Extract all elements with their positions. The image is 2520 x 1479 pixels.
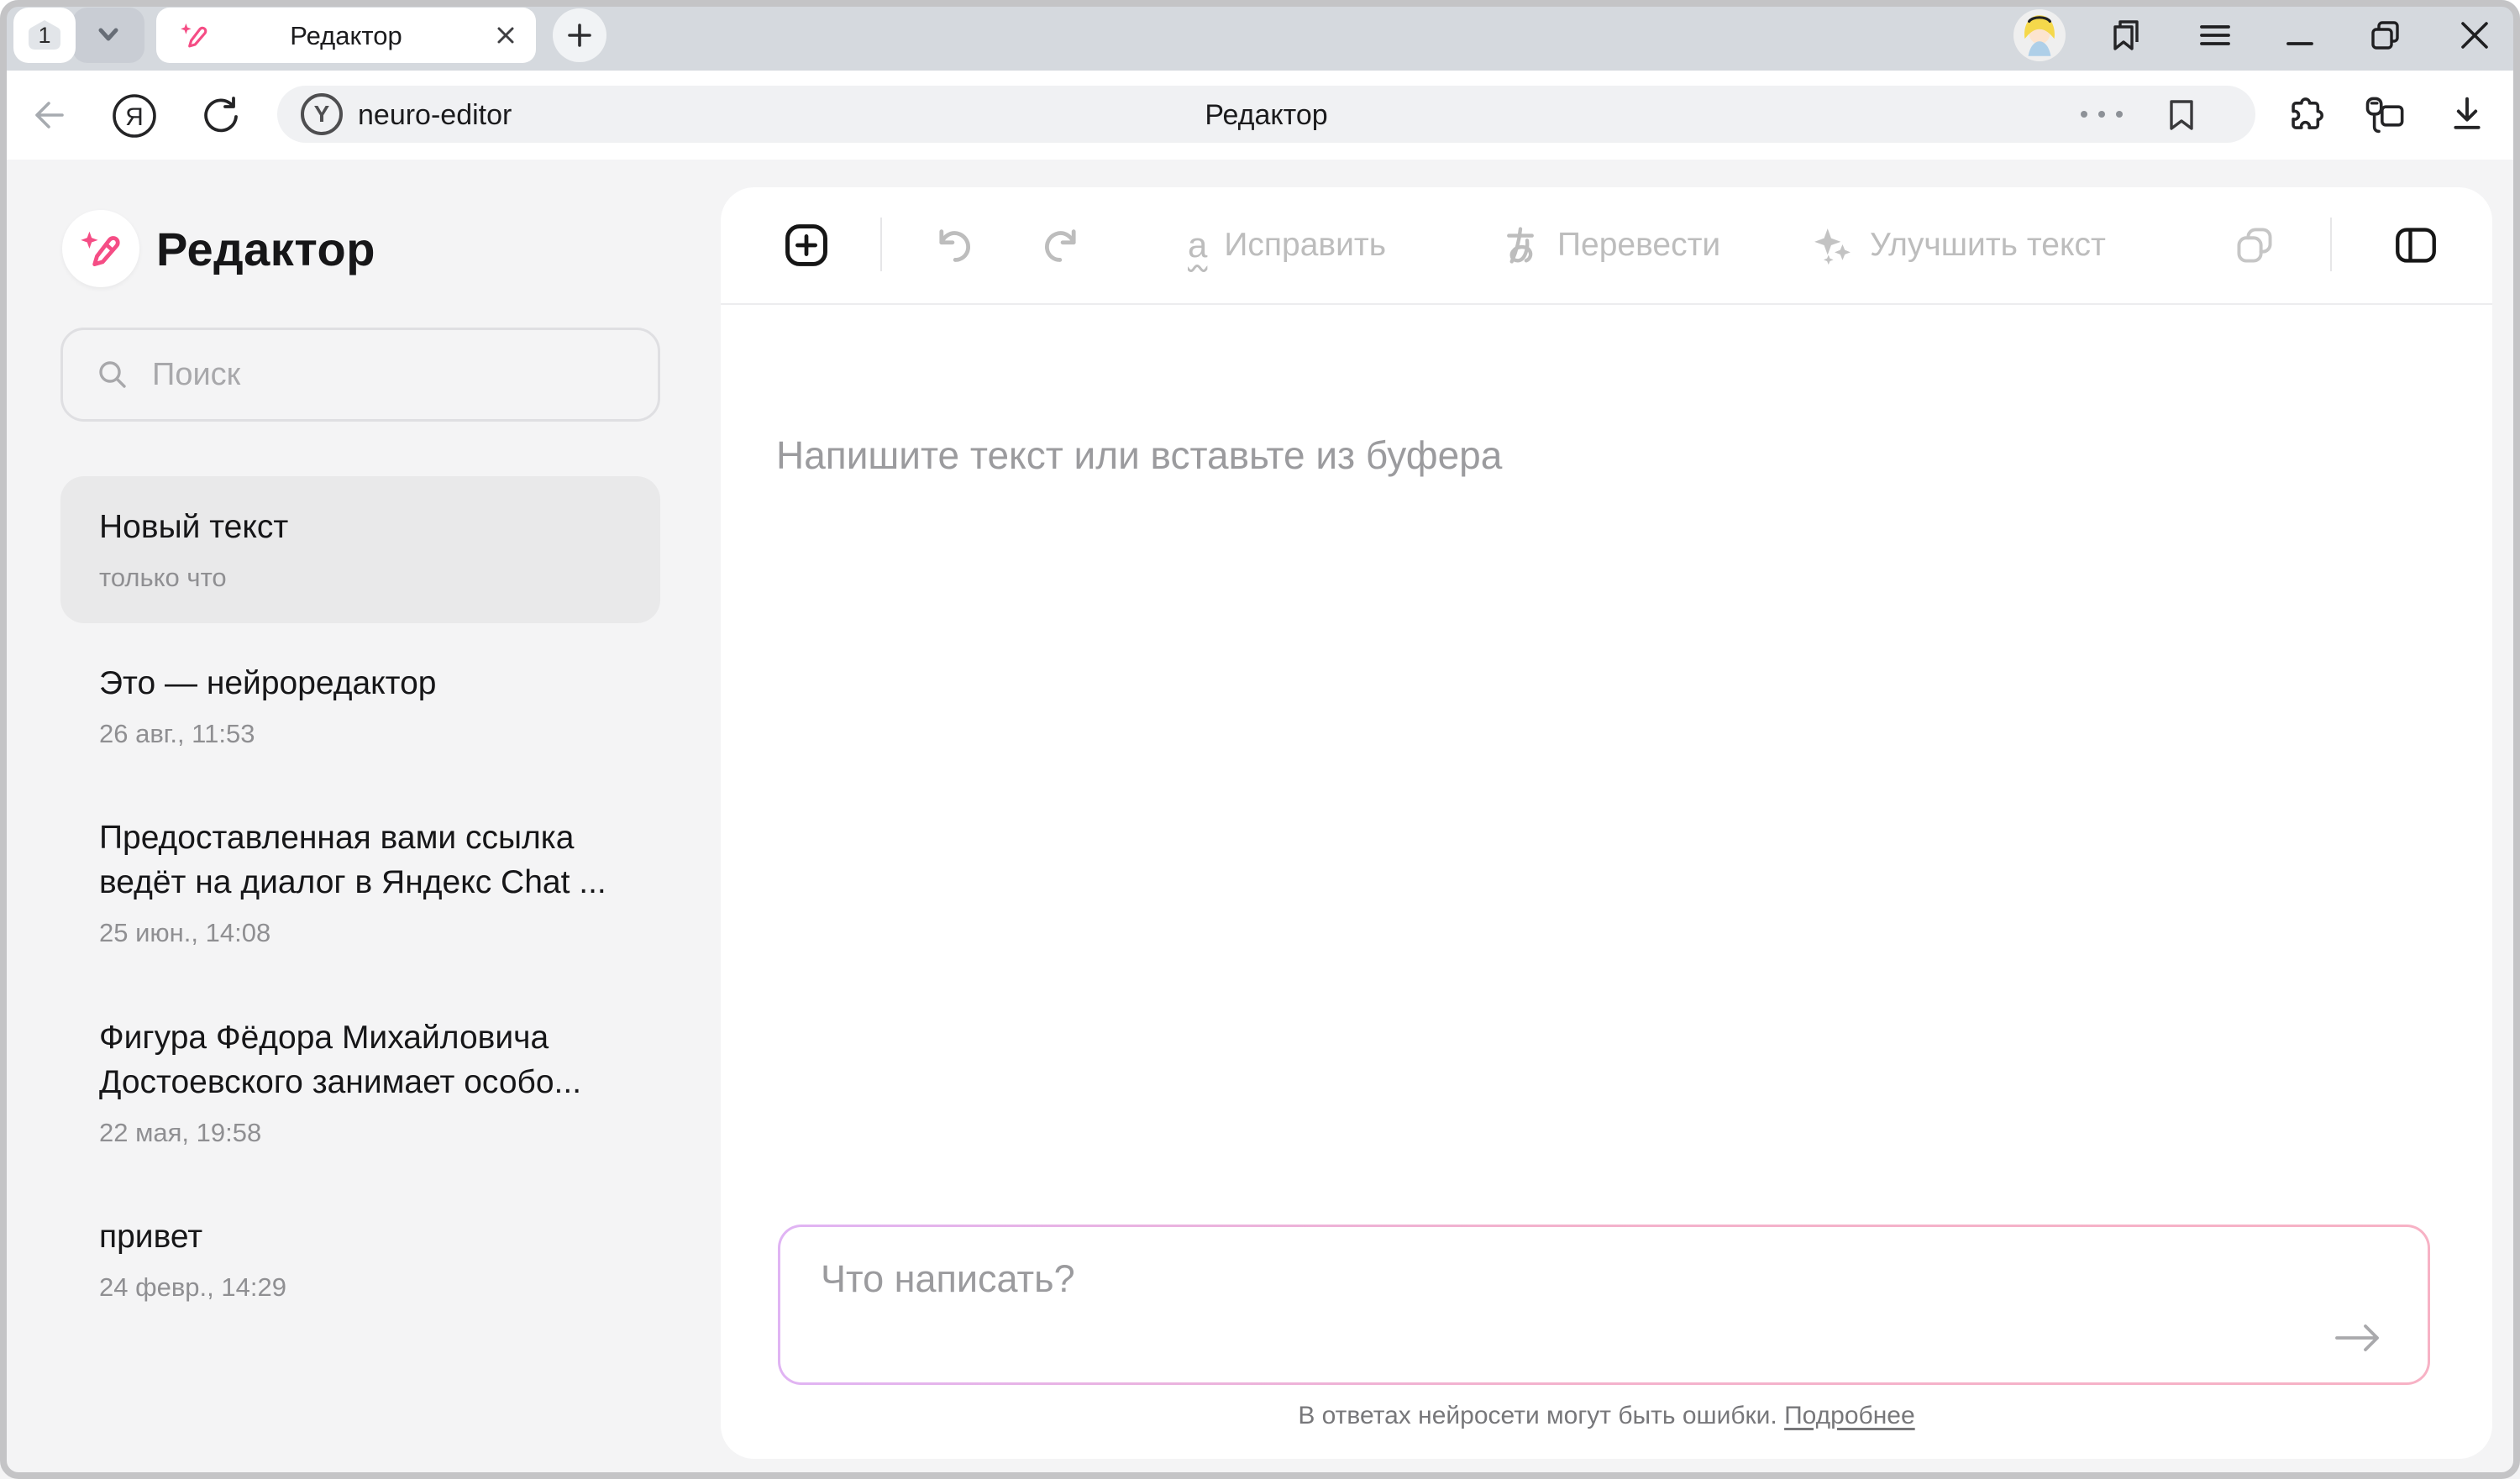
minimize-button[interactable] bbox=[2285, 0, 2315, 71]
downloads-button[interactable] bbox=[2446, 94, 2488, 136]
copy-button[interactable] bbox=[2234, 225, 2275, 265]
send-arrow-icon[interactable] bbox=[2332, 1322, 2384, 1354]
app-title: Редактор bbox=[156, 222, 375, 276]
prompt-box[interactable] bbox=[778, 1225, 2430, 1385]
new-document-icon bbox=[785, 223, 828, 267]
extensions-button[interactable] bbox=[2281, 94, 2325, 138]
bookmarks-icon bbox=[2107, 17, 2144, 54]
browser-menu-button[interactable] bbox=[2197, 0, 2234, 71]
document-title: Новый текст bbox=[99, 505, 620, 549]
tab-group-counter[interactable]: 1 bbox=[13, 8, 76, 63]
ai-disclaimer: В ответах нейросети могут быть ошибки. П… bbox=[721, 1402, 2492, 1430]
restore-button[interactable] bbox=[2368, 0, 2405, 71]
tab-close-icon[interactable] bbox=[494, 24, 517, 47]
toolbar-divider bbox=[880, 218, 882, 271]
tab-strip: 1 Редактор bbox=[0, 0, 2520, 71]
document-list-item[interactable]: привет 24 февр., 14:29 bbox=[60, 1214, 660, 1306]
editor-card: а Исправить Перевести bbox=[721, 187, 2492, 1459]
tab-group-dropdown[interactable] bbox=[72, 8, 144, 63]
editor-placeholder: Напишите текст или вставьте из буфера bbox=[776, 433, 1502, 478]
document-list-item[interactable]: Предоставленная вами ссылка ведёт на диа… bbox=[60, 816, 660, 952]
document-list-item-selected[interactable]: Новый текст только что bbox=[60, 476, 660, 623]
improve-text-button[interactable]: Улучшить текст bbox=[1813, 225, 2106, 265]
translate-icon bbox=[1500, 225, 1541, 265]
side-panel-icon bbox=[2395, 227, 2437, 264]
yandex-icon: Я bbox=[111, 92, 158, 139]
document-list-item[interactable]: Фигура Фёдора Михайловича Достоевского з… bbox=[60, 1015, 660, 1151]
reload-icon bbox=[200, 94, 242, 136]
disclaimer-text: В ответах нейросети могут быть ошибки. bbox=[1298, 1402, 1777, 1429]
magic-pencil-icon bbox=[79, 227, 123, 270]
reload-button[interactable] bbox=[200, 94, 242, 136]
search-input[interactable] bbox=[150, 356, 658, 394]
redo-button[interactable] bbox=[1042, 225, 1082, 265]
document-title: Предоставленная вами ссылка ведёт на диа… bbox=[99, 816, 620, 905]
page-content: Редактор Новый текст только что Это — не… bbox=[0, 160, 2520, 1479]
document-title: Это — нейроредактор bbox=[99, 661, 620, 705]
close-window-button[interactable] bbox=[2456, 0, 2493, 71]
translate-label: Перевести bbox=[1557, 227, 1720, 264]
passwords-key-icon bbox=[2362, 94, 2406, 138]
improve-label: Улучшить текст bbox=[1870, 227, 2106, 264]
more-dots-icon[interactable] bbox=[2081, 111, 2123, 118]
side-panel-toggle[interactable] bbox=[2395, 227, 2437, 264]
new-tab-button[interactable] bbox=[553, 8, 606, 62]
document-meta: только что bbox=[99, 559, 622, 596]
browser-toolbar: Я Y neuro-editor Редактор bbox=[0, 71, 2520, 161]
document-title: привет bbox=[99, 1214, 620, 1259]
document-meta: 24 февр., 14:29 bbox=[99, 1269, 622, 1306]
minimize-icon bbox=[2285, 17, 2315, 54]
tab-title: Редактор bbox=[156, 21, 536, 51]
search-icon bbox=[95, 357, 130, 392]
close-icon bbox=[2456, 17, 2493, 54]
back-icon bbox=[29, 96, 67, 134]
redo-icon bbox=[1042, 225, 1082, 265]
bookmark-icon[interactable] bbox=[2166, 97, 2197, 134]
avatar bbox=[2013, 9, 2066, 61]
tab-count: 1 bbox=[25, 23, 64, 49]
yandex-home-button[interactable]: Я bbox=[111, 92, 158, 139]
menu-icon bbox=[2197, 17, 2234, 54]
extensions-puzzle-icon bbox=[2281, 94, 2325, 138]
search-box[interactable] bbox=[60, 328, 660, 422]
prompt-input[interactable] bbox=[819, 1256, 2292, 1360]
page-title: Редактор bbox=[277, 99, 2255, 132]
svg-text:Я: Я bbox=[125, 103, 144, 131]
undo-button[interactable] bbox=[933, 225, 974, 265]
document-meta: 26 авг., 11:53 bbox=[99, 716, 622, 753]
passwords-button[interactable] bbox=[2362, 94, 2406, 138]
active-tab[interactable]: Редактор bbox=[156, 8, 536, 63]
plus-icon bbox=[567, 23, 592, 48]
toolbar-divider bbox=[2330, 218, 2332, 271]
address-bar[interactable]: Y neuro-editor Редактор bbox=[277, 86, 2255, 143]
document-meta: 22 мая, 19:58 bbox=[99, 1114, 622, 1151]
app-logo bbox=[62, 210, 139, 287]
undo-icon bbox=[933, 225, 974, 265]
bookmarks-button[interactable] bbox=[2107, 0, 2144, 71]
browser-window: 1 Редактор bbox=[0, 0, 2520, 1479]
spellcheck-icon: а bbox=[1188, 228, 1207, 263]
document-list-item[interactable]: Это — нейроредактор 26 авг., 11:53 bbox=[60, 661, 660, 753]
sparkles-icon bbox=[1813, 225, 1853, 265]
back-button[interactable] bbox=[29, 96, 67, 134]
chevron-down-icon bbox=[92, 27, 124, 44]
translate-button[interactable]: Перевести bbox=[1500, 225, 1720, 265]
fix-label: Исправить bbox=[1224, 227, 1386, 264]
learn-more-link[interactable]: Подробнее bbox=[1784, 1402, 1915, 1429]
editor-toolbar: а Исправить Перевести bbox=[721, 187, 2492, 305]
new-document-button[interactable] bbox=[785, 223, 828, 267]
document-meta: 25 июн., 14:08 bbox=[99, 915, 622, 952]
fix-text-button[interactable]: а Исправить bbox=[1188, 227, 1386, 264]
copy-icon bbox=[2234, 225, 2275, 265]
document-title: Фигура Фёдора Михайловича Достоевского з… bbox=[99, 1015, 620, 1104]
restore-icon bbox=[2368, 17, 2405, 54]
download-icon bbox=[2446, 94, 2488, 136]
profile-avatar[interactable] bbox=[2013, 0, 2066, 71]
